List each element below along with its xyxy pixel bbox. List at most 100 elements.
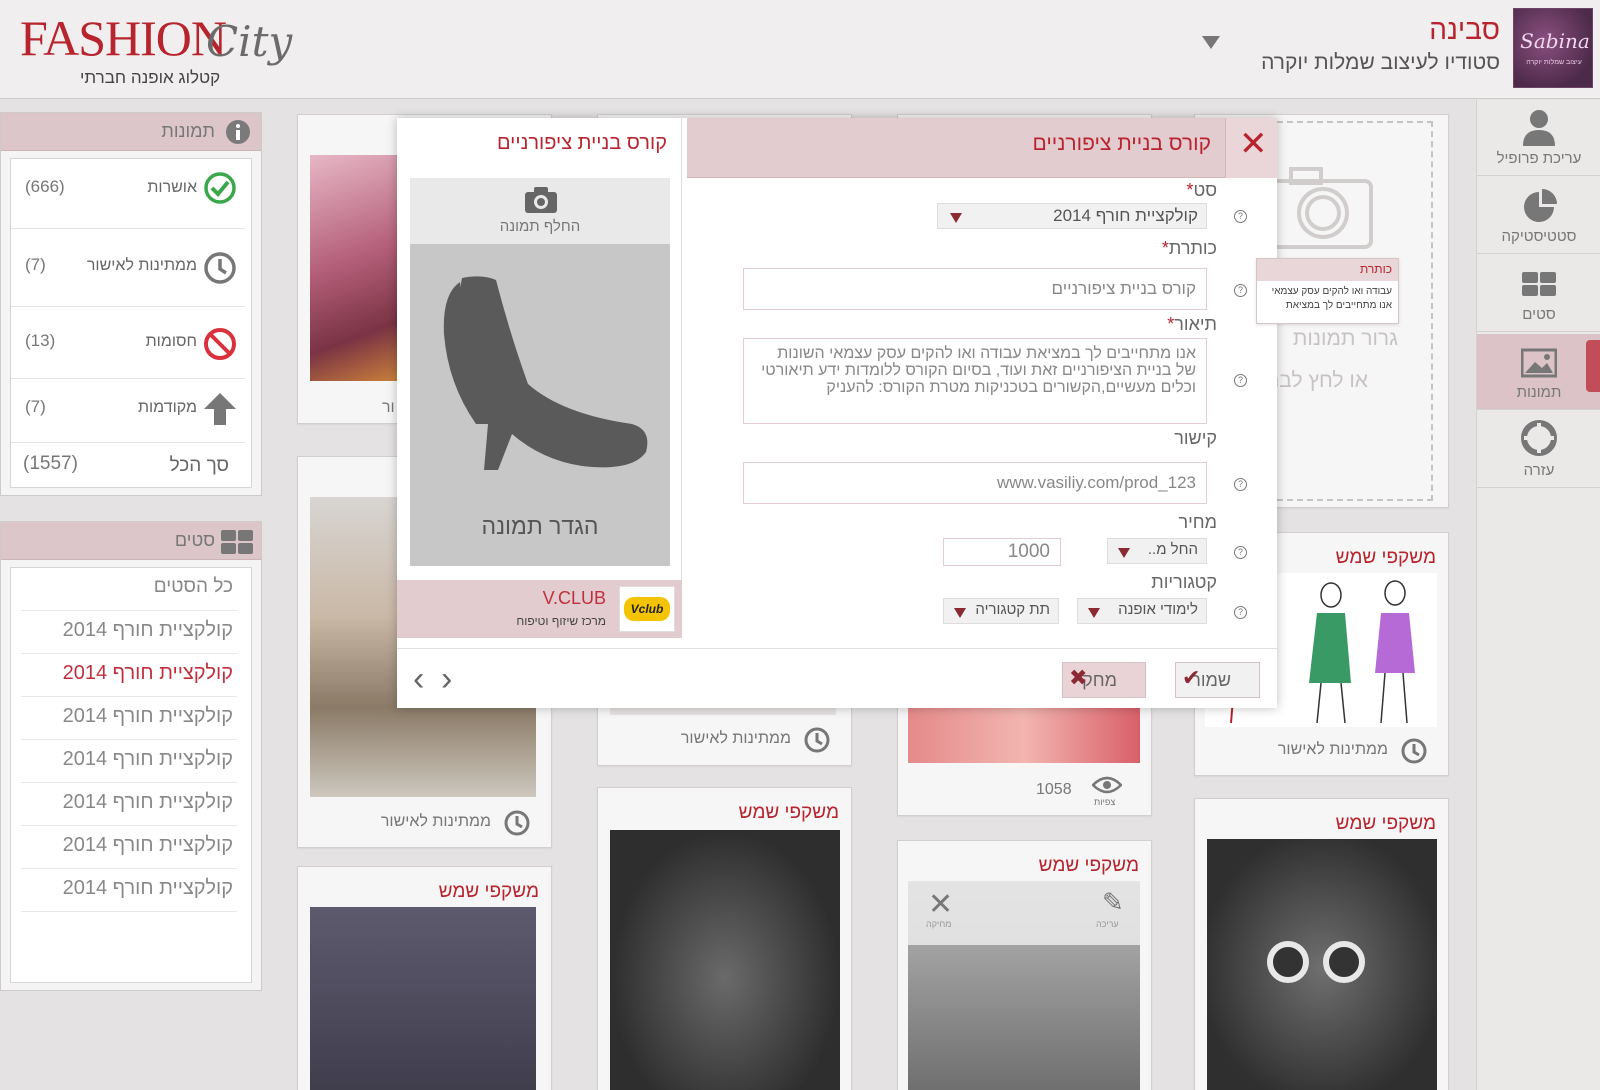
brand-dropdown-icon[interactable] xyxy=(1202,36,1220,49)
set-field-text: סט xyxy=(1193,180,1217,200)
stat-count: (666) xyxy=(25,177,65,196)
images-panel-header: תמונות xyxy=(1,113,261,151)
subcategory-value: תת קטגוריה xyxy=(975,601,1050,618)
stat-label: חסומות xyxy=(145,333,197,350)
subcategory-select[interactable]: תת קטגוריה xyxy=(943,598,1059,624)
price-from-value: החל מ.. xyxy=(1147,541,1198,558)
help-icon[interactable]: ? xyxy=(1234,546,1247,559)
stat-blocked[interactable]: חסומות (13) xyxy=(11,307,245,379)
description-textarea[interactable]: אנו מתחייבים לך במציאת עבודה ואו להקים ע… xyxy=(743,338,1207,424)
title-input[interactable] xyxy=(743,268,1207,310)
views-label: צפיות xyxy=(1094,797,1116,807)
prev-arrow-icon[interactable]: ‹ xyxy=(413,659,424,699)
help-icon[interactable]: ? xyxy=(1234,478,1247,491)
help-icon[interactable]: ? xyxy=(1234,210,1247,223)
set-item[interactable]: קולקציית חורף 2014 xyxy=(21,783,237,826)
tooltip-body: עבודה ואו להקים עסק עצמאי אנו מתחייבים ל… xyxy=(1271,286,1392,311)
brand-logo-text: Sabina xyxy=(1520,29,1590,53)
card-delete-icon[interactable]: ✕ xyxy=(928,887,953,922)
nav-label: תמונות xyxy=(1516,384,1562,401)
set-label: קולקציית חורף 2014 xyxy=(62,877,233,899)
required-mark: * xyxy=(1161,238,1169,258)
image-card[interactable]: משקפי שמש xyxy=(297,866,552,1090)
nav-item-help[interactable]: עזרה xyxy=(1477,412,1600,488)
card-delete-label: מחיקה xyxy=(926,919,952,929)
set-item[interactable]: קולקציית חורף 2014 xyxy=(21,869,237,912)
active-nav-marker xyxy=(1586,340,1600,392)
stat-approved[interactable]: אושרות (666) xyxy=(11,159,245,229)
vendor-bar[interactable]: Vclub V.CLUB מרכז שיזוף וטיפוח xyxy=(397,580,682,638)
vendor-logo: Vclub xyxy=(619,586,675,632)
next-arrow-icon[interactable]: › xyxy=(441,659,452,699)
logo-subtitle: קטלוג אופנה חברתי xyxy=(80,68,221,87)
change-image-label: החלף תמונה xyxy=(499,218,581,235)
set-item[interactable]: קולקציית חורף 2014 xyxy=(21,740,237,783)
card-title: משקפי שמש xyxy=(1335,813,1436,834)
stat-label: סך הכל xyxy=(169,455,229,476)
image-card[interactable]: משקפי שמש xyxy=(1194,798,1449,1090)
camera-icon xyxy=(1263,167,1373,249)
set-image-label[interactable]: הגדר תמונה xyxy=(410,513,670,540)
stat-count: (1557) xyxy=(23,453,78,474)
modal-form-panel: קורס בניית ציפורניים ✕ סט * קולקציית חורף… xyxy=(687,118,1277,638)
stat-label: מקודמות xyxy=(137,399,197,416)
nav-label: עזרה xyxy=(1523,462,1555,479)
categories-label: קטגוריות xyxy=(1151,572,1217,592)
set-all[interactable]: כל הסטים xyxy=(21,568,237,611)
title-field-text: כותרת xyxy=(1168,238,1217,258)
image-card[interactable]: משקפי שמש xyxy=(597,787,852,1090)
image-card[interactable]: משקפי שמש ✕ מחיקה ✎ עריכה xyxy=(897,840,1152,1090)
close-button[interactable]: ✕ xyxy=(1225,118,1277,178)
clock-icon xyxy=(1401,738,1427,764)
checkmark-icon: ✔ xyxy=(1182,665,1201,690)
fashioncity-logo[interactable]: FASHION City קטלוג אופנה חברתי xyxy=(20,10,292,87)
stat-pending[interactable]: ממתינות לאישור (7) xyxy=(11,229,245,307)
chevron-down-icon xyxy=(950,213,962,223)
brand-avatar[interactable]: Sabina עיצוב שמלות יוקרה xyxy=(1513,8,1593,88)
category-select[interactable]: לימודי אופנה xyxy=(1077,598,1207,624)
chevron-down-icon xyxy=(1088,608,1100,618)
arrow-up-icon xyxy=(204,393,236,425)
images-stats-list: אושרות (666) ממתינות לאישור (7) חסומות (… xyxy=(10,158,252,488)
help-icon[interactable]: ? xyxy=(1234,374,1247,387)
modal-preview-panel: קורס בניית ציפורניים החלף תמונה הגדר תמו… xyxy=(397,118,682,638)
brand-description: סטודיו לעיצוב שמלות יוקרה xyxy=(1261,51,1500,74)
nav-item-sets[interactable]: סטים xyxy=(1477,256,1600,332)
help-icon[interactable]: ? xyxy=(1234,284,1247,297)
grid-icon xyxy=(221,530,253,554)
help-icon[interactable]: ? xyxy=(1234,606,1247,619)
nav-label: סטטיסטיקה xyxy=(1501,228,1577,245)
stat-total[interactable]: סך הכל (1557) xyxy=(11,443,245,489)
camera-icon xyxy=(525,187,557,213)
panel-title: סטים xyxy=(174,530,215,550)
nav-item-images[interactable]: תמונות xyxy=(1477,334,1600,410)
brand-logo-subtitle: עיצוב שמלות יוקרה xyxy=(1526,59,1582,66)
form-title: קורס בניית ציפורניים xyxy=(1032,132,1211,155)
set-item[interactable]: קולקציית חורף 2014 xyxy=(21,654,237,697)
set-item[interactable]: קולקציית חורף 2014 xyxy=(21,697,237,740)
nav-item-statistics[interactable]: סטטיסטיקה xyxy=(1477,178,1600,254)
set-item[interactable]: קולקציית חורף 2014 xyxy=(21,826,237,869)
nav-item-edit-profile[interactable]: עריכת פרופיל xyxy=(1477,100,1600,176)
price-input[interactable] xyxy=(943,538,1061,566)
delete-button[interactable]: מחק ✖ xyxy=(1062,662,1146,698)
card-image xyxy=(310,907,536,1090)
save-button[interactable]: שמור ✔ xyxy=(1175,662,1260,698)
link-label: קישור xyxy=(1174,428,1217,448)
lifebuoy-icon xyxy=(1521,420,1557,456)
stat-promoted[interactable]: מקודמות (7) xyxy=(11,379,245,443)
change-image-button[interactable]: החלף תמונה xyxy=(410,178,670,244)
images-panel: תמונות אושרות (666) ממתינות לאישור (7) ח… xyxy=(0,112,262,496)
card-title: משקפי שמש xyxy=(1335,547,1436,568)
logo-city-text: City xyxy=(206,17,293,66)
set-select[interactable]: קולקציית חורף 2014 xyxy=(937,203,1207,229)
pie-chart-icon xyxy=(1524,189,1557,222)
link-input[interactable] xyxy=(743,462,1207,504)
check-circle-icon xyxy=(204,172,236,204)
title-label: כותרת* xyxy=(1158,238,1217,259)
stat-label: ממתינות לאישור xyxy=(86,257,197,274)
set-item[interactable]: קולקציית חורף 2014 xyxy=(21,611,237,654)
price-from-select[interactable]: החל מ.. xyxy=(1107,538,1207,564)
card-status: ממתינות לאישור xyxy=(680,730,791,747)
card-edit-icon[interactable]: ✎ xyxy=(1102,887,1124,918)
